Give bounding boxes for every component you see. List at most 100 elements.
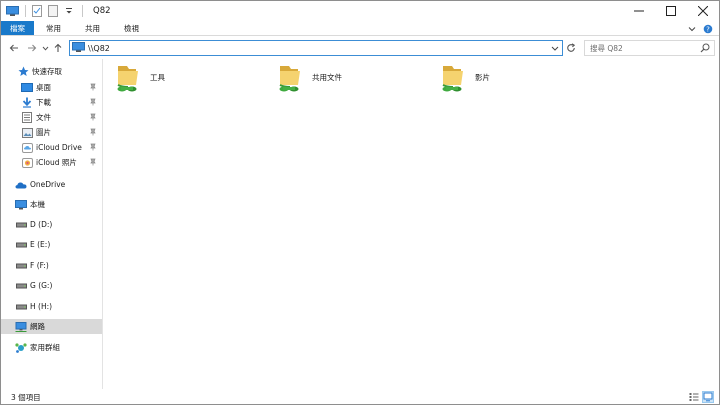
explorer-window: Q82 檔案 常用 共用 檢視 ? \\Q82 搜尋 Q82 快速存取 桌面 下… — [0, 0, 720, 405]
folder-item[interactable]: 共用文件 — [276, 63, 342, 95]
sidebar-item-drive-e[interactable]: E (E:) — [1, 237, 102, 252]
title-bar: Q82 — [1, 1, 719, 21]
status-bar: 3 個項目 — [1, 390, 719, 404]
tab-share[interactable]: 共用 — [73, 21, 112, 35]
sidebar-item-desktop[interactable]: 桌面 — [1, 80, 102, 95]
sidebar-item-drive-g[interactable]: G (G:) — [1, 278, 102, 293]
recent-locations-icon[interactable] — [41, 41, 49, 55]
sidebar-item-label: 桌面 — [36, 83, 51, 92]
pictures-icon — [21, 127, 33, 139]
sidebar-item-drive-h[interactable]: H (H:) — [1, 299, 102, 314]
computer-icon — [15, 199, 27, 211]
drive-icon — [15, 219, 27, 231]
window-title: Q82 — [93, 6, 111, 16]
sidebar-item-homegroup[interactable]: 家用群組 — [1, 340, 102, 355]
star-icon — [17, 66, 29, 78]
maximize-button[interactable] — [655, 1, 687, 21]
new-folder-icon[interactable] — [46, 4, 60, 18]
sidebar-item-pictures[interactable]: 圖片 — [1, 125, 102, 140]
icloud-icon — [21, 142, 33, 154]
sidebar-item-label: E (E:) — [30, 240, 51, 249]
pin-icon[interactable] — [89, 143, 97, 151]
chevron-down-icon[interactable] — [550, 43, 560, 53]
minimize-button[interactable] — [623, 1, 655, 21]
tab-home[interactable]: 常用 — [34, 21, 73, 35]
tab-view[interactable]: 檢視 — [112, 21, 151, 35]
sidebar-item-label: H (H:) — [30, 302, 53, 311]
folder-label: 共用文件 — [312, 73, 342, 82]
pin-icon[interactable] — [89, 83, 97, 91]
shared-folder-icon — [439, 63, 469, 95]
drive-icon — [15, 239, 27, 251]
large-icons-view-icon[interactable] — [702, 391, 714, 403]
pin-icon[interactable] — [89, 98, 97, 106]
homegroup-icon — [15, 342, 27, 354]
tab-file[interactable]: 檔案 — [1, 21, 34, 35]
sidebar-item-label: iCloud 照片 — [36, 158, 77, 167]
forward-arrow-icon[interactable] — [25, 41, 39, 55]
sidebar-item-network[interactable]: 網路 — [1, 319, 102, 334]
pin-icon[interactable] — [89, 158, 97, 166]
ribbon-right-controls: ? — [687, 22, 713, 35]
sidebar-item-icloud-drive[interactable]: iCloud Drive — [1, 140, 102, 155]
up-arrow-icon[interactable] — [51, 41, 65, 55]
computer-icon — [72, 41, 85, 55]
sidebar-item-label: 文件 — [36, 113, 51, 122]
onedrive-icon — [15, 179, 27, 191]
sidebar-item-label: 下載 — [36, 98, 51, 107]
address-bar[interactable]: \\Q82 — [69, 40, 563, 56]
sidebar-item-label: iCloud Drive — [36, 143, 82, 152]
folder-label: 工具 — [150, 73, 165, 82]
help-icon[interactable]: ? — [703, 24, 713, 34]
search-input[interactable]: 搜尋 Q82 — [584, 40, 715, 56]
details-view-icon[interactable] — [689, 392, 699, 402]
icloud-photos-icon — [21, 157, 33, 169]
sidebar-item-quick-access[interactable]: 快速存取 — [1, 64, 102, 79]
pin-icon[interactable] — [89, 128, 97, 136]
toolbar-divider — [25, 5, 26, 17]
ribbon-tabs: 檔案 常用 共用 檢視 ? — [1, 21, 719, 36]
address-path: \\Q82 — [88, 43, 110, 53]
sidebar-item-drive-d[interactable]: D (D:) — [1, 217, 102, 232]
folder-label: 影片 — [475, 73, 490, 82]
sidebar-item-label: 網路 — [30, 322, 45, 331]
documents-icon — [21, 112, 33, 124]
window-controls — [623, 1, 719, 21]
sidebar-item-this-pc[interactable]: 本機 — [1, 197, 102, 212]
drive-icon — [15, 260, 27, 272]
network-icon — [15, 321, 27, 333]
navigation-pane: 快速存取 桌面 下載 文件 圖片 iCloud Drive iCloud 照片 … — [1, 59, 103, 389]
item-count: 3 個項目 — [11, 392, 41, 402]
sidebar-item-label: OneDrive — [30, 180, 66, 189]
folder-item[interactable]: 影片 — [439, 63, 490, 95]
download-icon — [21, 97, 33, 109]
sidebar-item-documents[interactable]: 文件 — [1, 110, 102, 125]
sidebar-item-label: 本機 — [30, 200, 45, 209]
back-arrow-icon[interactable] — [7, 41, 21, 55]
sidebar-item-icloud-photos[interactable]: iCloud 照片 — [1, 155, 102, 170]
properties-icon[interactable] — [30, 4, 44, 18]
computer-icon[interactable] — [5, 4, 19, 18]
close-button[interactable] — [687, 1, 719, 21]
view-switcher — [689, 391, 714, 403]
drive-icon — [15, 301, 27, 313]
quick-access-toolbar: Q82 — [1, 1, 111, 21]
toolbar-divider — [82, 5, 83, 17]
sidebar-item-label: F (F:) — [30, 261, 49, 270]
sidebar-item-label: G (G:) — [30, 281, 53, 290]
sidebar-item-label: D (D:) — [30, 220, 53, 229]
refresh-icon[interactable] — [564, 41, 578, 55]
sidebar-item-onedrive[interactable]: OneDrive — [1, 177, 102, 192]
pin-icon[interactable] — [89, 113, 97, 121]
sidebar-item-label: 快速存取 — [32, 67, 62, 76]
folder-item[interactable]: 工具 — [114, 63, 165, 95]
search-icon[interactable] — [700, 43, 710, 53]
drive-icon — [15, 280, 27, 292]
navigation-bar: \\Q82 搜尋 Q82 — [1, 38, 719, 58]
sidebar-item-downloads[interactable]: 下載 — [1, 95, 102, 110]
expand-ribbon-icon[interactable] — [687, 24, 697, 34]
search-placeholder: 搜尋 Q82 — [590, 43, 623, 53]
sidebar-item-drive-f[interactable]: F (F:) — [1, 258, 102, 273]
customize-dropdown-icon[interactable] — [62, 4, 76, 18]
desktop-icon — [21, 82, 33, 94]
